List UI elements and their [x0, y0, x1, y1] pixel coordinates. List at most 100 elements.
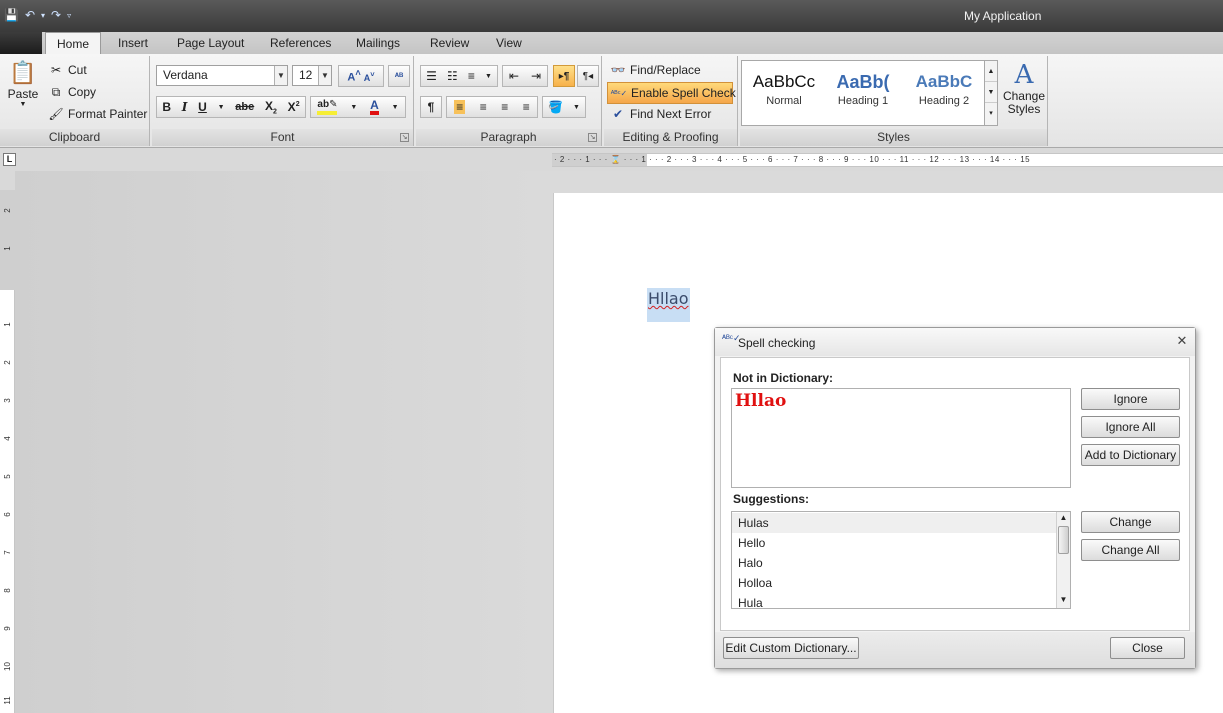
edit-custom-dictionary-button[interactable]: Edit Custom Dictionary...	[723, 637, 859, 659]
chevron-up-icon[interactable]: ▲	[985, 61, 997, 82]
editing-group: 👓 Find/Replace ᴬᴮᶜ✓ Enable Spell Check ✔…	[604, 56, 738, 146]
ignore-all-button[interactable]: Ignore All	[1081, 416, 1180, 438]
tab-page-layout[interactable]: Page Layout	[173, 32, 248, 54]
style-normal[interactable]: AaBbCc Normal	[744, 69, 824, 107]
clear-formatting-icon[interactable]: ᴬᴮ	[388, 65, 410, 87]
multilevel-list-icon[interactable]: ≡	[468, 69, 475, 83]
superscript-button[interactable]: X2	[288, 100, 300, 114]
cut-button[interactable]: ✂ Cut	[48, 62, 87, 78]
strikethrough-button[interactable]: abe	[235, 101, 254, 113]
change-all-button[interactable]: Change All	[1081, 539, 1180, 561]
list-item[interactable]: Holloa	[732, 573, 1057, 593]
dialog-title-bar[interactable]: ᴬᴮᶜ✓ Spell checking ✕	[715, 328, 1195, 356]
shrink-font-icon[interactable]: A˅	[364, 70, 375, 83]
misspelled-word[interactable]: Hllao	[647, 288, 690, 322]
chevron-down-icon[interactable]: ▼	[218, 104, 225, 111]
tab-home[interactable]: Home	[45, 32, 101, 55]
italic-button[interactable]: I	[182, 100, 188, 114]
list-item[interactable]: Hello	[732, 533, 1057, 553]
font-color-icon[interactable]: A	[370, 99, 379, 115]
ruler-number: 2	[3, 360, 12, 365]
bullet-list-icon[interactable]: ☰	[426, 69, 437, 83]
enable-spell-check-button[interactable]: ᴬᴮᶜ✓ Enable Spell Check	[607, 82, 736, 104]
chevron-down-icon[interactable]: ▼	[485, 73, 492, 80]
tab-review[interactable]: Review	[426, 32, 473, 54]
chevron-down-icon: ▼	[573, 103, 580, 111]
indent-toolbar: ⇤ ⇥	[502, 65, 548, 87]
font-size-combo[interactable]: 12 ▼	[292, 65, 332, 86]
redo-icon[interactable]: ↷	[51, 8, 61, 22]
increase-indent-icon[interactable]: ⇥	[531, 69, 541, 83]
align-right-icon[interactable]: ≡	[501, 100, 508, 114]
paste-button[interactable]: 📋 Paste ▼	[6, 60, 40, 108]
paint-bucket-icon: 🪣	[548, 100, 563, 114]
subscript-button[interactable]: X2	[265, 99, 277, 115]
find-next-error-button[interactable]: ✔ Find Next Error	[610, 106, 711, 122]
font-dialog-launcher-icon[interactable]: ↘	[400, 133, 409, 142]
ltr-paragraph-icon[interactable]: ▸¶	[553, 65, 575, 87]
show-formatting-button[interactable]: ¶	[420, 96, 442, 118]
font-family-combo[interactable]: Verdana ▼	[156, 65, 288, 86]
close-button[interactable]: Close	[1110, 637, 1185, 659]
chevron-up-icon[interactable]: ▲	[1057, 513, 1070, 525]
chevron-down-icon[interactable]: ▼	[1057, 595, 1070, 607]
tab-insert[interactable]: Insert	[114, 32, 152, 54]
tab-references[interactable]: References	[266, 32, 335, 54]
ignore-button[interactable]: Ignore	[1081, 388, 1180, 410]
chevron-down-icon[interactable]: ▼	[985, 82, 997, 103]
ruler-number: 10	[3, 662, 12, 671]
suggestions-scrollbar[interactable]: ▲ ▼	[1056, 512, 1070, 608]
suggestions-list[interactable]: Hulas Hello Halo Holloa Hula ▲ ▼	[731, 511, 1071, 609]
chevron-down-icon[interactable]: ▼	[350, 104, 357, 111]
horizontal-ruler[interactable]: · 2 · · · 1 · · · ⌛ · · · 1 · · · 2 · · …	[552, 153, 1223, 167]
list-item[interactable]: Hulas	[732, 513, 1057, 533]
paragraph-dialog-launcher-icon[interactable]: ↘	[588, 133, 597, 142]
underline-button[interactable]: U	[198, 100, 207, 114]
undo-icon[interactable]: ↶	[25, 8, 35, 22]
align-center-icon[interactable]: ≡	[480, 100, 487, 114]
numbered-list-icon[interactable]: ☷	[447, 69, 458, 83]
bold-button[interactable]: B	[162, 100, 171, 114]
grow-font-icon[interactable]: A˄	[347, 68, 360, 84]
grow-shrink-font-buttons[interactable]: A˄ A˅	[338, 65, 384, 87]
dialog-body: Not in Dictionary: Hllao Ignore Ignore A…	[720, 357, 1190, 631]
ribbon-tabs: Home Insert Page Layout References Maili…	[0, 32, 1223, 55]
clipboard-group: 📋 Paste ▼ ✂ Cut ⧉ Copy 🖌 Format Painter …	[0, 56, 150, 146]
decrease-indent-icon[interactable]: ⇤	[509, 69, 519, 83]
scrollbar-thumb[interactable]	[1058, 526, 1069, 554]
list-item[interactable]: Hula	[732, 593, 1057, 608]
ruler-number: 3	[3, 398, 12, 403]
clipboard-label: Clipboard	[0, 129, 149, 146]
style-heading-1[interactable]: AaBb( Heading 1	[824, 69, 902, 107]
shading-button[interactable]: 🪣 ▼	[542, 96, 586, 118]
list-item[interactable]: Halo	[732, 553, 1057, 573]
tab-stop-selector[interactable]: L	[3, 153, 16, 166]
copy-button[interactable]: ⧉ Copy	[48, 84, 96, 100]
change-styles-button[interactable]: A Change Styles	[1002, 60, 1046, 116]
application-menu-button[interactable]	[0, 32, 42, 54]
find-replace-button[interactable]: 👓 Find/Replace	[610, 62, 701, 78]
tab-view[interactable]: View	[492, 32, 526, 54]
rtl-paragraph-icon[interactable]: ¶◂	[577, 65, 599, 87]
window-title: My Application	[964, 9, 1042, 23]
ruler-number: 7	[3, 550, 12, 555]
chevron-down-icon[interactable]: ▼	[318, 66, 331, 85]
tab-mailings[interactable]: Mailings	[352, 32, 404, 54]
change-button[interactable]: Change	[1081, 511, 1180, 533]
chevron-down-icon[interactable]: ▼	[274, 66, 287, 85]
chevron-down-icon[interactable]: ▼	[392, 104, 399, 111]
style-heading-2[interactable]: AaBbC Heading 2	[904, 69, 984, 107]
undo-dropdown-icon[interactable]: ▾	[41, 11, 45, 20]
save-icon[interactable]: 💾	[4, 8, 19, 22]
close-icon[interactable]: ✕	[1175, 333, 1189, 349]
more-styles-icon[interactable]: ▾	[985, 103, 997, 125]
justify-icon[interactable]: ≡	[523, 100, 530, 114]
ruler-number: 1	[3, 246, 12, 251]
add-to-dictionary-button[interactable]: Add to Dictionary	[1081, 444, 1180, 466]
vertical-ruler[interactable]: 2 1 1 2 3 4 5 6 7 8 9 10 11	[0, 190, 15, 713]
format-painter-button[interactable]: 🖌 Format Painter	[48, 106, 147, 122]
customize-icon[interactable]: ▿	[67, 11, 71, 20]
not-in-dictionary-box[interactable]: Hllao	[731, 388, 1071, 488]
highlight-icon[interactable]: ab✎	[317, 99, 338, 115]
align-left-icon[interactable]: ≡	[454, 100, 466, 114]
